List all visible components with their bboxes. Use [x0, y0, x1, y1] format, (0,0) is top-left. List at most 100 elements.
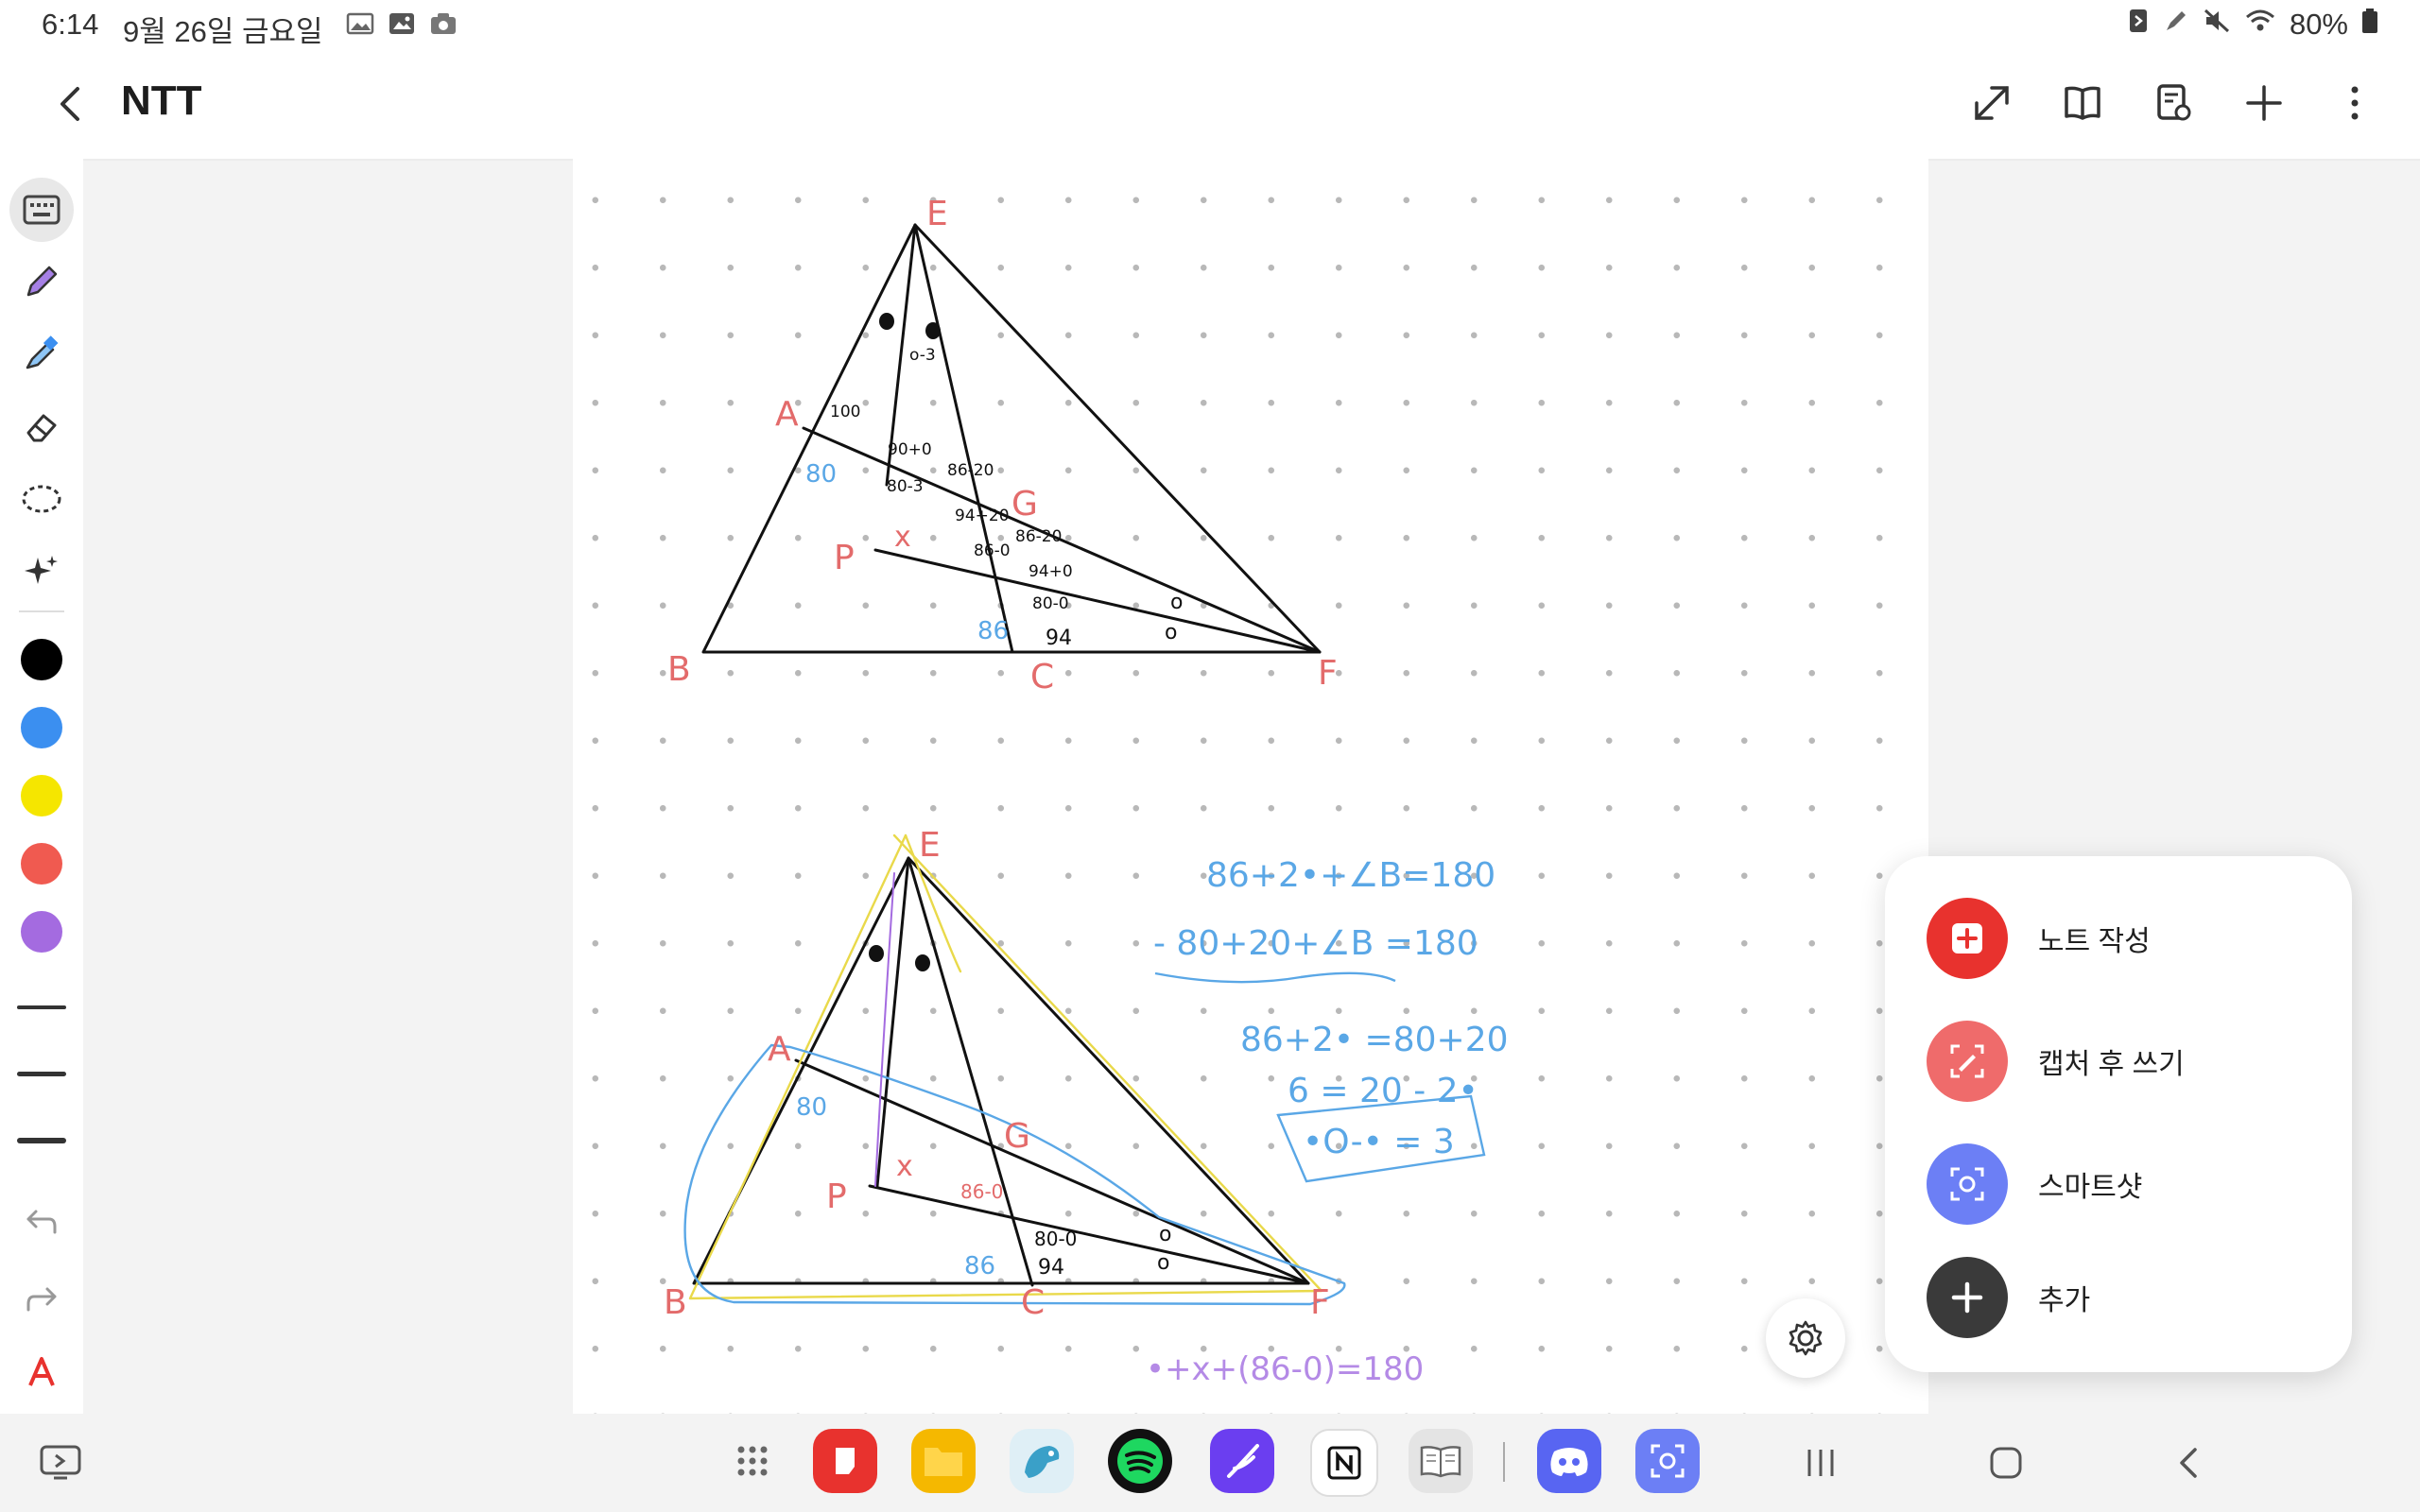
add-icon: [1927, 1257, 2008, 1338]
bird-app-icon[interactable]: [1010, 1429, 1074, 1493]
book-view-icon[interactable]: [2055, 76, 2110, 130]
smart-select-item[interactable]: 스마트샷: [1927, 1143, 2142, 1225]
highlighter-icon[interactable]: [9, 321, 74, 386]
capture-write-icon: [1927, 1021, 2008, 1102]
color-black[interactable]: [21, 639, 62, 680]
pen-up-icon[interactable]: [1210, 1429, 1274, 1493]
nfc-icon: [2127, 8, 2150, 42]
toolbar-divider: [19, 610, 64, 612]
taskbar-divider: [1503, 1442, 1505, 1482]
color-yellow[interactable]: [21, 775, 62, 816]
color-red[interactable]: [21, 843, 62, 885]
color-purple[interactable]: [21, 911, 62, 953]
svg-text:86-0: 86-0: [960, 1180, 1003, 1203]
smart-select-label: 스마트샷: [2038, 1172, 2143, 1203]
svg-text:o-3: o-3: [909, 346, 936, 365]
battery-percent: 80%: [2289, 8, 2348, 41]
text-style-icon[interactable]: [9, 1340, 74, 1404]
battery-icon: [2361, 8, 2378, 42]
pen-toolbar: [0, 159, 83, 1414]
svg-text:80: 80: [796, 1093, 827, 1122]
recents-button[interactable]: [1792, 1435, 1849, 1491]
lasso-icon[interactable]: [9, 467, 74, 531]
back-arrow-icon[interactable]: [45, 77, 98, 130]
reader-icon[interactable]: [1409, 1429, 1473, 1493]
smart-select-icon[interactable]: [1635, 1429, 1700, 1493]
svg-text:94: 94: [1038, 1256, 1064, 1280]
gallery-icon: [346, 11, 374, 36]
eraser-icon[interactable]: [9, 395, 74, 459]
undo-icon[interactable]: [9, 1189, 74, 1253]
svg-text:x: x: [896, 1150, 913, 1183]
svg-text:x: x: [894, 521, 911, 554]
thickness-thick[interactable]: [17, 1138, 66, 1143]
svg-text:P: P: [826, 1177, 847, 1216]
svg-text:80-3: 80-3: [887, 477, 924, 496]
svg-text:G: G: [1011, 485, 1038, 524]
equation-2: - 80+20+∠B =180: [1153, 924, 1478, 963]
expand-icon[interactable]: [1964, 76, 2019, 130]
svg-text:A: A: [768, 1030, 791, 1069]
more-icon[interactable]: [2327, 76, 2382, 130]
pen-icon[interactable]: [9, 249, 74, 314]
svg-text:C: C: [1030, 658, 1054, 696]
create-note-item[interactable]: 노트 작성: [1927, 898, 2151, 979]
mute-icon: [2203, 8, 2231, 42]
home-button[interactable]: [1978, 1435, 2034, 1491]
taskbar-toggle-icon[interactable]: [32, 1435, 89, 1491]
picture-icon: [388, 11, 416, 36]
svg-text:o: o: [1170, 591, 1183, 614]
page-settings-icon[interactable]: [2146, 76, 2201, 130]
svg-text:100: 100: [830, 403, 860, 421]
svg-text:E: E: [926, 195, 948, 233]
thickness-medium[interactable]: [17, 1072, 66, 1076]
status-time: 6:14: [42, 8, 99, 41]
equation-5: •O-• = 3: [1303, 1123, 1455, 1161]
add-shortcut-label: 추가: [2038, 1285, 2091, 1316]
diagram2-lines: [692, 856, 1310, 1287]
note-canvas[interactable]: EAG PBC F EAG PBC F x x 100 90+0 86-20 80-…: [573, 159, 1928, 1414]
color-blue[interactable]: [21, 707, 62, 748]
purple-equation: •+x+(86-0)=180: [1146, 1350, 1424, 1388]
keyboard-icon[interactable]: [9, 178, 74, 242]
svg-text:94+20: 94+20: [955, 507, 1010, 525]
settings-button[interactable]: [1766, 1298, 1845, 1378]
redo-icon[interactable]: [9, 1266, 74, 1331]
svg-text:80: 80: [805, 460, 837, 489]
app-drawer-icon[interactable]: [720, 1429, 785, 1493]
equation-1: 86+2•+∠B=180: [1206, 856, 1495, 895]
equation-3: 86+2• =80+20: [1240, 1021, 1509, 1059]
svg-text:o: o: [1165, 621, 1177, 644]
svg-text:86: 86: [964, 1252, 995, 1280]
capture-write-label: 캡처 후 쓰기: [2038, 1049, 2185, 1080]
svg-text:94+0: 94+0: [1028, 562, 1073, 581]
diagram1-lines: [701, 223, 1322, 654]
notion-icon[interactable]: [1310, 1429, 1378, 1497]
thickness-thin[interactable]: [17, 1005, 66, 1009]
add-icon[interactable]: [2237, 76, 2291, 130]
svg-text:80-0: 80-0: [1034, 1228, 1077, 1250]
back-button[interactable]: [2161, 1435, 2218, 1491]
add-shortcut-item[interactable]: 추가: [1927, 1257, 2090, 1338]
spotify-icon[interactable]: [1108, 1429, 1172, 1493]
svg-text:o: o: [1159, 1223, 1171, 1246]
handwriting-drawing: EAG PB C F EAG PB C F x x 10090+086-20 80-…: [664, 195, 1509, 1388]
my-files-icon[interactable]: [911, 1429, 976, 1493]
new-note-icon: [1927, 898, 2008, 979]
vertex-labels: E A G P B C F E A G P B C F x x: [664, 195, 1338, 1322]
svg-text:80-0: 80-0: [1032, 594, 1069, 613]
svg-text:90+0: 90+0: [888, 440, 932, 459]
create-note-label: 노트 작성: [2038, 926, 2151, 957]
samsung-notes-icon[interactable]: [813, 1429, 877, 1493]
svg-text:A: A: [775, 395, 799, 434]
svg-text:F: F: [1318, 654, 1338, 693]
wifi-icon: [2244, 8, 2276, 42]
svg-text:86-20: 86-20: [947, 461, 994, 480]
svg-text:B: B: [667, 650, 691, 689]
diagram1-annotations: 100 90+0 86-20 80-3 94+20 86-0 86-20 94+0 80-0…: [830, 346, 1183, 650]
discord-icon[interactable]: [1537, 1429, 1601, 1493]
ai-sparkle-icon[interactable]: [9, 539, 74, 603]
camera-icon: [429, 11, 458, 36]
svg-text:86-0: 86-0: [974, 541, 1011, 560]
capture-write-item[interactable]: 캡처 후 쓰기: [1927, 1021, 2185, 1102]
